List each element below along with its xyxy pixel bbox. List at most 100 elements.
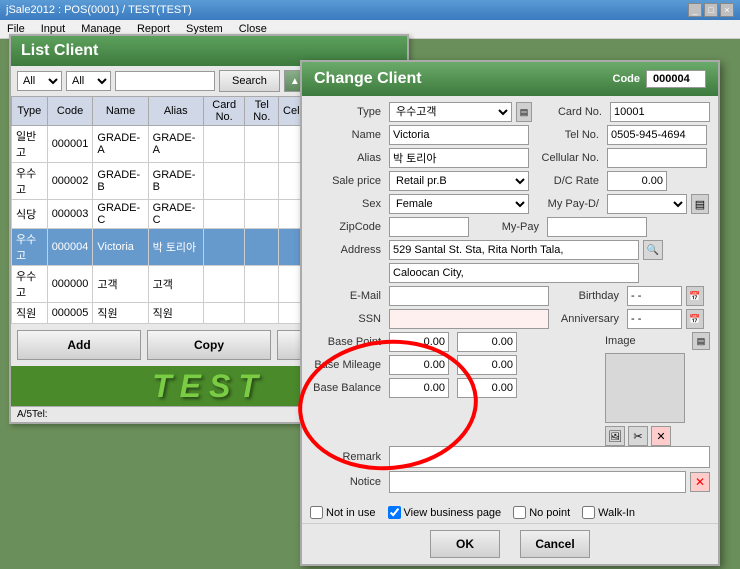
copy-button[interactable]: Copy	[147, 330, 271, 360]
notice-input[interactable]	[389, 471, 686, 493]
close-btn[interactable]: ×	[720, 3, 734, 17]
notice-label: Notice	[310, 476, 385, 488]
sex-row: Sex Female My Pay-D/ ▤	[310, 194, 710, 214]
title-bar: jSale2012 : POS(0001) / TEST(TEST) _ □ ×	[0, 0, 740, 20]
checkbox-row: Not in use View business page No point W…	[302, 502, 718, 523]
birthday-label: Birthday	[553, 290, 623, 302]
cancel-button[interactable]: Cancel	[520, 530, 590, 558]
search-button[interactable]: Search	[219, 70, 280, 92]
tel-input[interactable]	[607, 125, 707, 145]
base-point-right-input[interactable]	[457, 332, 517, 352]
address-search-btn[interactable]: 🔍	[643, 240, 663, 260]
base-mileage-input[interactable]	[389, 355, 449, 375]
search-input[interactable]	[115, 71, 215, 91]
sale-price-dropdown[interactable]: Retail pr.B	[389, 171, 529, 191]
base-balance-right-input[interactable]	[457, 378, 517, 398]
ok-button[interactable]: OK	[430, 530, 500, 558]
image-search-btn[interactable]: ▤	[692, 332, 710, 350]
base-fields: Base Point Base Mileage Base Balance	[310, 332, 599, 446]
zip-input[interactable]	[389, 217, 469, 237]
minimize-btn[interactable]: _	[688, 3, 702, 17]
filter1-dropdown[interactable]: All	[17, 71, 62, 91]
address-row1: Address 🔍	[310, 240, 710, 260]
birthday-input[interactable]	[627, 286, 682, 306]
remark-row: Remark	[310, 446, 710, 468]
image-label: Image	[605, 335, 636, 347]
dc-rate-input[interactable]	[607, 171, 667, 191]
walk-in-checkbox[interactable]: Walk-In	[582, 506, 635, 519]
base-point-row: Base Point	[310, 332, 599, 352]
base-balance-label: Base Balance	[310, 382, 385, 394]
email-row: E-Mail Birthday 📅	[310, 286, 710, 306]
card-no-label: Card No.	[536, 106, 606, 118]
ssn-input[interactable]	[389, 309, 549, 329]
col-cardno: Card No.	[203, 97, 245, 126]
tel-label-dialog: Tel No.	[533, 129, 603, 141]
maximize-btn[interactable]: □	[704, 3, 718, 17]
type-label: Type	[310, 106, 385, 118]
type-icon-btn[interactable]: ▤	[516, 102, 532, 122]
change-client-dialog: Change Client Code 000004 Type 우수고객 ▤ Ca…	[300, 60, 720, 566]
image-label-row: Image ▤	[605, 332, 710, 350]
cellular-input[interactable]	[607, 148, 707, 168]
image-btn2[interactable]: ✂	[628, 426, 648, 446]
app-title: jSale2012 : POS(0001) / TEST(TEST)	[6, 4, 192, 16]
col-code: Code	[47, 97, 93, 126]
remark-label: Remark	[310, 451, 385, 463]
dc-rate-label: D/C Rate	[533, 175, 603, 187]
dialog-footer: OK Cancel	[302, 523, 718, 564]
notice-row: Notice ✕	[310, 471, 710, 493]
page-indicator: A/5	[17, 409, 32, 420]
base-point-input[interactable]	[389, 332, 449, 352]
image-section: Image ▤ 🖼 ✂ ✕	[605, 332, 710, 446]
anniversary-input[interactable]	[627, 309, 682, 329]
type-dropdown[interactable]: 우수고객	[389, 102, 512, 122]
ssn-row: SSN Anniversary 📅	[310, 309, 710, 329]
name-input[interactable]	[389, 125, 529, 145]
zip-label: ZipCode	[310, 221, 385, 233]
base-section: Base Point Base Mileage Base Balance	[310, 332, 710, 446]
alias-input[interactable]	[389, 148, 529, 168]
code-value: 000004	[646, 70, 706, 88]
dialog-body: Type 우수고객 ▤ Card No. Name Tel No. Alias …	[302, 96, 718, 502]
filter2-dropdown[interactable]: All	[66, 71, 111, 91]
my-pay-d-label: My Pay-D/	[533, 198, 603, 210]
address2-input[interactable]	[389, 263, 639, 283]
email-input[interactable]	[389, 286, 549, 306]
address-label: Address	[310, 244, 385, 256]
code-section: Code 000004	[613, 70, 707, 88]
address-row2	[310, 263, 710, 283]
notice-delete-btn[interactable]: ✕	[690, 472, 710, 492]
anniversary-cal-btn[interactable]: 📅	[686, 309, 704, 329]
image-btn1[interactable]: 🖼	[605, 426, 625, 446]
remark-input[interactable]	[389, 446, 710, 468]
sale-price-row: Sale price Retail pr.B D/C Rate	[310, 171, 710, 191]
image-delete-btn[interactable]: ✕	[651, 426, 671, 446]
base-point-label: Base Point	[310, 336, 385, 348]
window-controls: _ □ ×	[688, 3, 734, 17]
add-button[interactable]: Add	[17, 330, 141, 360]
birthday-cal-btn[interactable]: 📅	[686, 286, 704, 306]
view-business-checkbox[interactable]: View business page	[388, 506, 502, 519]
no-point-checkbox[interactable]: No point	[513, 506, 570, 519]
tel-label: Tel:	[32, 409, 48, 420]
test-text: TEST	[152, 368, 266, 405]
my-pay-d-dropdown[interactable]	[607, 194, 687, 214]
cellular-label: Cellular No.	[533, 152, 603, 164]
my-pay-d-icon[interactable]: ▤	[691, 194, 709, 214]
image-box	[605, 353, 685, 423]
my-pay-input[interactable]	[547, 217, 647, 237]
not-in-use-checkbox[interactable]: Not in use	[310, 506, 376, 519]
base-mileage-right-input[interactable]	[457, 355, 517, 375]
base-mileage-row: Base Mileage	[310, 355, 599, 375]
ssn-label: SSN	[310, 313, 385, 325]
card-no-input[interactable]	[610, 102, 710, 122]
base-mileage-label: Base Mileage	[310, 359, 385, 371]
base-balance-input[interactable]	[389, 378, 449, 398]
zip-row: ZipCode My-Pay	[310, 217, 710, 237]
sex-dropdown[interactable]: Female	[389, 194, 529, 214]
anniversary-label: Anniversary	[553, 313, 623, 325]
name-label: Name	[310, 129, 385, 141]
address1-input[interactable]	[389, 240, 639, 260]
image-controls: 🖼 ✂ ✕	[605, 426, 710, 446]
